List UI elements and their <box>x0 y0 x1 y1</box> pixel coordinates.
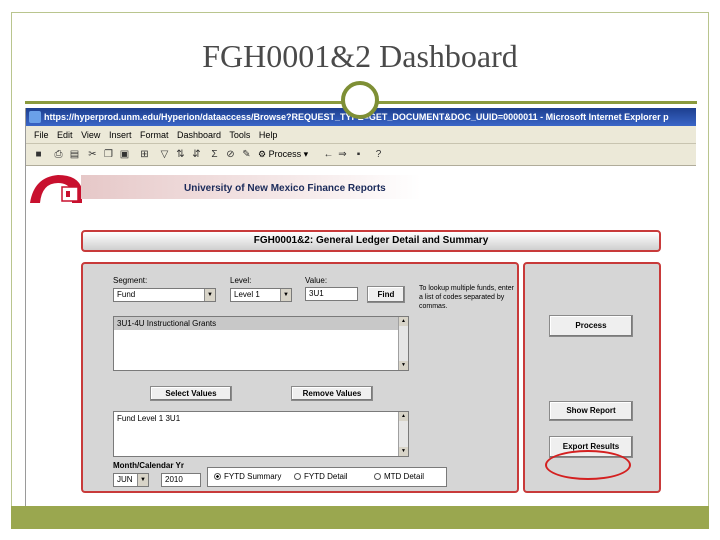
segment-label: Segment: <box>113 276 148 285</box>
radio-checked-icon <box>214 473 221 480</box>
month-value: JUN <box>117 475 133 484</box>
highlight-annotation <box>545 450 631 480</box>
sum-icon[interactable]: Σ <box>208 148 221 161</box>
period-label: Month/Calendar Yr <box>113 461 184 470</box>
copy-icon[interactable]: ❐ <box>102 148 115 161</box>
scroll-up-icon[interactable]: ▲ <box>399 317 408 326</box>
available-values-list[interactable]: 3U1-4U Instructional Grants ▲ ▼ <box>113 316 409 371</box>
show-report-button[interactable]: Show Report <box>549 401 633 421</box>
level-select[interactable]: Level 1 ▼ <box>230 288 292 302</box>
selection-panel: Segment: Fund ▼ Level: Level 1 ▼ Value: … <box>81 262 519 493</box>
ie-logo-icon <box>29 111 41 123</box>
slide: FGH0001&2 Dashboard https://hyperprod.un… <box>0 0 720 540</box>
radio-unchecked-icon <box>294 473 301 480</box>
radio-label: MTD Detail <box>384 472 425 481</box>
radio-fytd-detail[interactable]: FYTD Detail <box>294 472 348 481</box>
radio-unchecked-icon <box>374 473 381 480</box>
menu-format[interactable]: Format <box>140 130 169 140</box>
month-select[interactable]: JUN ▼ <box>113 473 149 487</box>
radio-fytd-summary[interactable]: FYTD Summary <box>214 472 281 481</box>
toolbar: ■ ⎙ ▤ ✂ ❐ ▣ ⊞ ▽ ⇅ ⇵ Σ ⊘ ✎ ⚙ Process ▾ ← … <box>26 144 696 166</box>
find-button[interactable]: Find <box>367 286 405 303</box>
process-toolbar-label: Process <box>268 149 302 159</box>
print-icon[interactable]: ⎙ <box>52 148 65 161</box>
unm-logo-icon <box>30 175 82 203</box>
compute-icon[interactable]: ⊘ <box>224 148 237 161</box>
scrollbar[interactable]: ▲ ▼ <box>398 412 408 456</box>
dashboard-page: University of New Mexico Finance Reports… <box>26 167 696 506</box>
menu-bar: File Edit View Insert Format Dashboard T… <box>26 126 696 144</box>
year-input[interactable]: 2010 <box>161 473 201 487</box>
radio-label: FYTD Detail <box>304 472 348 481</box>
stop-icon[interactable]: ▪ <box>352 148 365 161</box>
level-label: Level: <box>230 276 252 285</box>
chevron-down-icon: ▼ <box>280 289 291 301</box>
process-toolbar-button[interactable]: ⚙ Process ▾ <box>258 148 308 161</box>
scroll-up-icon[interactable]: ▲ <box>399 412 408 421</box>
menu-help[interactable]: Help <box>259 130 278 140</box>
remove-values-button[interactable]: Remove Values <box>291 386 373 401</box>
menu-dashboard[interactable]: Dashboard <box>177 130 221 140</box>
menu-edit[interactable]: Edit <box>57 130 73 140</box>
selected-values-list[interactable]: Fund Level 1 3U1 ▲ ▼ <box>113 411 409 457</box>
value-input[interactable]: 3U1 <box>305 287 358 301</box>
segment-value: Fund <box>117 290 136 299</box>
edit-icon[interactable]: ✎ <box>240 148 253 161</box>
select-values-button[interactable]: Select Values <box>150 386 232 401</box>
paste-icon[interactable]: ▣ <box>118 148 131 161</box>
cut-icon[interactable]: ✂ <box>86 148 99 161</box>
title-circle-ornament <box>341 81 379 119</box>
menu-insert[interactable]: Insert <box>109 130 132 140</box>
filter-icon[interactable]: ▽ <box>158 148 171 161</box>
radio-label: FYTD Summary <box>224 472 282 481</box>
scroll-down-icon[interactable]: ▼ <box>399 361 408 370</box>
forward-arrow-icon[interactable]: ⇒ <box>336 148 349 161</box>
menu-tools[interactable]: Tools <box>229 130 250 140</box>
print-preview-icon[interactable]: ▤ <box>68 148 81 161</box>
menu-file[interactable]: File <box>34 130 49 140</box>
slide-title: FGH0001&2 Dashboard <box>202 38 518 74</box>
browser-screenshot: https://hyperprod.unm.edu/Hyperion/dataa… <box>25 108 696 506</box>
banner-title: University of New Mexico Finance Reports <box>184 183 386 194</box>
help-text: To lookup multiple funds, enter a list o… <box>419 285 514 310</box>
help-icon[interactable]: ? <box>372 148 385 161</box>
chevron-down-icon: ▼ <box>137 474 148 486</box>
chevron-down-icon: ▼ <box>204 289 215 301</box>
process-icon: ⚙ <box>258 149 267 159</box>
list-item[interactable]: 3U1-4U Instructional Grants <box>114 317 399 330</box>
value-label: Value: <box>305 276 328 285</box>
scroll-down-icon[interactable]: ▼ <box>399 447 408 456</box>
insert-icon[interactable]: ⊞ <box>138 148 151 161</box>
radio-mtd-detail[interactable]: MTD Detail <box>374 472 424 481</box>
segment-select[interactable]: Fund ▼ <box>113 288 216 302</box>
slide-footer-bar <box>11 506 709 529</box>
report-type-group: FYTD Summary FYTD Detail MTD Detail <box>207 467 447 487</box>
level-value: Level 1 <box>234 290 260 299</box>
menu-view[interactable]: View <box>81 130 100 140</box>
list-item[interactable]: Fund Level 1 3U1 <box>114 412 408 425</box>
process-button[interactable]: Process <box>549 315 633 337</box>
sort-asc-icon[interactable]: ⇅ <box>174 148 187 161</box>
dashboard-header: FGH0001&2: General Ledger Detail and Sum… <box>81 230 661 252</box>
chevron-down-icon: ▾ <box>303 149 309 159</box>
scrollbar[interactable]: ▲ ▼ <box>398 317 408 370</box>
back-arrow-icon[interactable]: ← <box>322 148 335 161</box>
save-icon[interactable]: ■ <box>32 148 45 161</box>
sort-desc-icon[interactable]: ⇵ <box>190 148 203 161</box>
